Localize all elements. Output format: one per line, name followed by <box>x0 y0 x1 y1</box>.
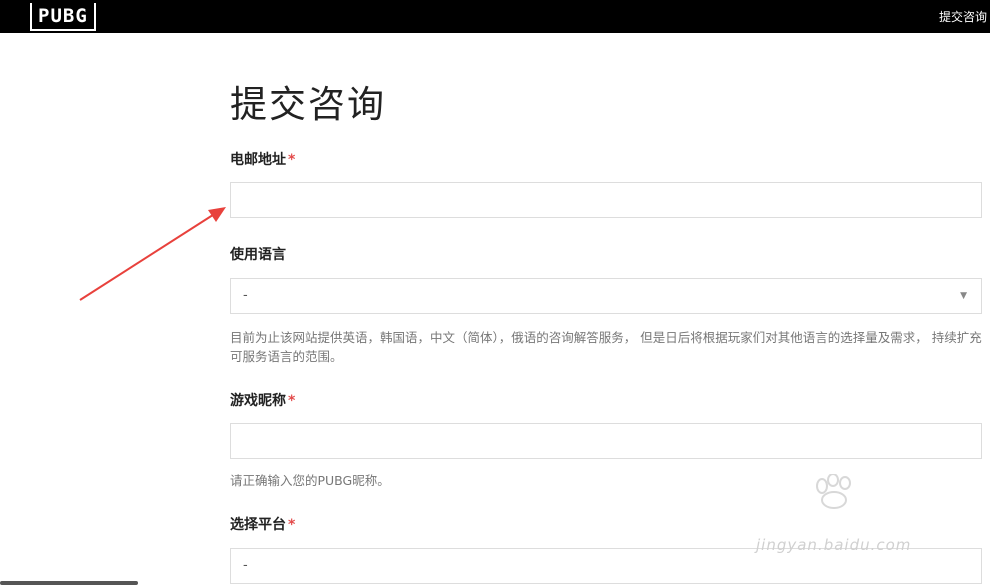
baidu-paw-icon <box>816 474 851 509</box>
platform-label-text: 选择平台 <box>230 517 286 533</box>
platform-select-value: - <box>243 558 248 573</box>
email-input[interactable] <box>230 182 982 218</box>
nickname-help-text: 请正确输入您的PUBG昵称。 <box>230 473 390 488</box>
language-label: 使用语言 <box>230 247 286 263</box>
logo-text: PUBG <box>30 2 96 31</box>
submit-request-link[interactable]: 提交咨询 <box>939 0 987 33</box>
email-label-text: 电邮地址 <box>230 152 286 168</box>
page-title: 提交咨询 <box>230 83 386 126</box>
dropdown-arrow-icon: ▼ <box>960 291 967 301</box>
submit-request-form: 提交咨询 电邮地址 * 使用语言 - ▼ 目前为止该网站提供英语，韩国语，中文（简… <box>230 80 983 584</box>
language-select-value: - <box>243 288 248 303</box>
arrow-shaft <box>79 212 217 301</box>
email-label: 电邮地址 * <box>230 150 295 170</box>
horizontal-scrollbar[interactable] <box>0 581 138 585</box>
nickname-label-text: 游戏昵称 <box>230 393 286 409</box>
language-select[interactable]: - ▼ <box>230 278 982 314</box>
nickname-input[interactable] <box>230 423 982 459</box>
baidu-jingyan-watermark: jingyan.baidu.com <box>756 536 912 554</box>
language-help-text: 目前为止该网站提供英语，韩国语，中文（简体），俄语的咨询解答服务， 但是日后将根… <box>230 330 982 364</box>
pubg-logo[interactable]: PUBG <box>30 0 96 33</box>
page: PUBG 提交咨询 提交咨询 电邮地址 * 使用语言 - ▼ 目前为止该网站提供英… <box>0 0 990 585</box>
required-mark: * <box>288 393 296 409</box>
required-mark: * <box>288 152 296 168</box>
arrow-head <box>208 207 226 222</box>
platform-label: 选择平台 * <box>230 515 295 535</box>
nickname-label: 游戏昵称 * <box>230 391 295 411</box>
required-mark: * <box>288 517 296 533</box>
top-navigation-bar: PUBG 提交咨询 <box>0 0 990 33</box>
